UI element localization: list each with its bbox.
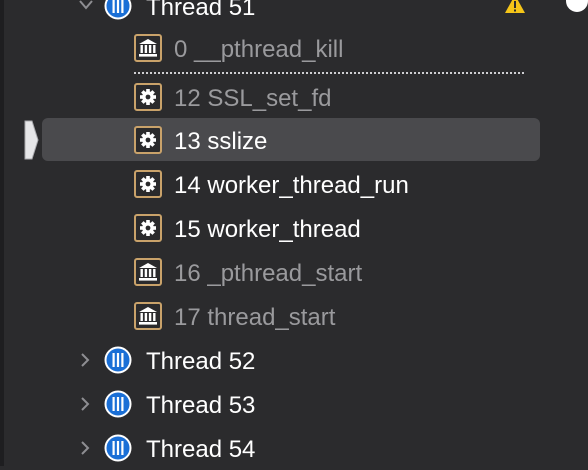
thread-icon [104,390,132,418]
stack-frame-label: 17 thread_start [174,304,336,331]
thread-icon [104,346,132,374]
gear-icon [134,126,162,154]
gear-icon [134,170,162,198]
gear-icon [134,214,162,242]
frames-divider [134,72,524,74]
stack-frame-label: 0 __pthread_kill [174,36,344,63]
thread-row-52[interactable]: Thread 52 [0,338,588,382]
gear-icon [134,83,162,111]
stack-frame-row[interactable]: 17 thread_start [0,294,588,338]
stack-frame-label: 12 SSL_set_fd [174,85,332,112]
stack-frame-row-selected[interactable]: 13 sslize [0,118,588,162]
library-icon [134,258,162,286]
chevron-right-icon[interactable] [78,396,92,412]
thread-label: Thread 52 [146,348,256,375]
thread-label: Thread 53 [146,392,256,419]
library-icon [134,34,162,62]
warning-icon[interactable] [504,0,526,14]
chevron-right-icon[interactable] [78,440,92,456]
stack-frame-label: 15 worker_thread [174,216,361,243]
stack-frame-row[interactable]: 14 worker_thread_run [0,162,588,206]
chevron-right-icon[interactable] [78,352,92,368]
stack-frame-row[interactable]: 16 _pthread_start [0,250,588,294]
stack-frame-row[interactable]: 0 __pthread_kill [0,26,588,70]
thread-icon [104,434,132,462]
stack-frame-label: 14 worker_thread_run [174,172,409,199]
thread-icon [104,0,132,20]
library-icon [134,302,162,330]
thread-row-51[interactable]: Thread 51 [0,0,588,28]
thread-label: Thread 54 [146,436,256,463]
stack-frame-label: 16 _pthread_start [174,260,363,287]
thread-row-53[interactable]: Thread 53 [0,382,588,426]
stack-frame-row[interactable]: 15 worker_thread [0,206,588,250]
stack-frame-label: 13 sslize [174,128,268,155]
thread-label: Thread 51 [146,0,256,21]
chevron-down-icon[interactable] [78,0,94,12]
stack-frame-row[interactable]: 12 SSL_set_fd [0,75,588,119]
thread-row-54[interactable]: Thread 54 [0,426,588,470]
